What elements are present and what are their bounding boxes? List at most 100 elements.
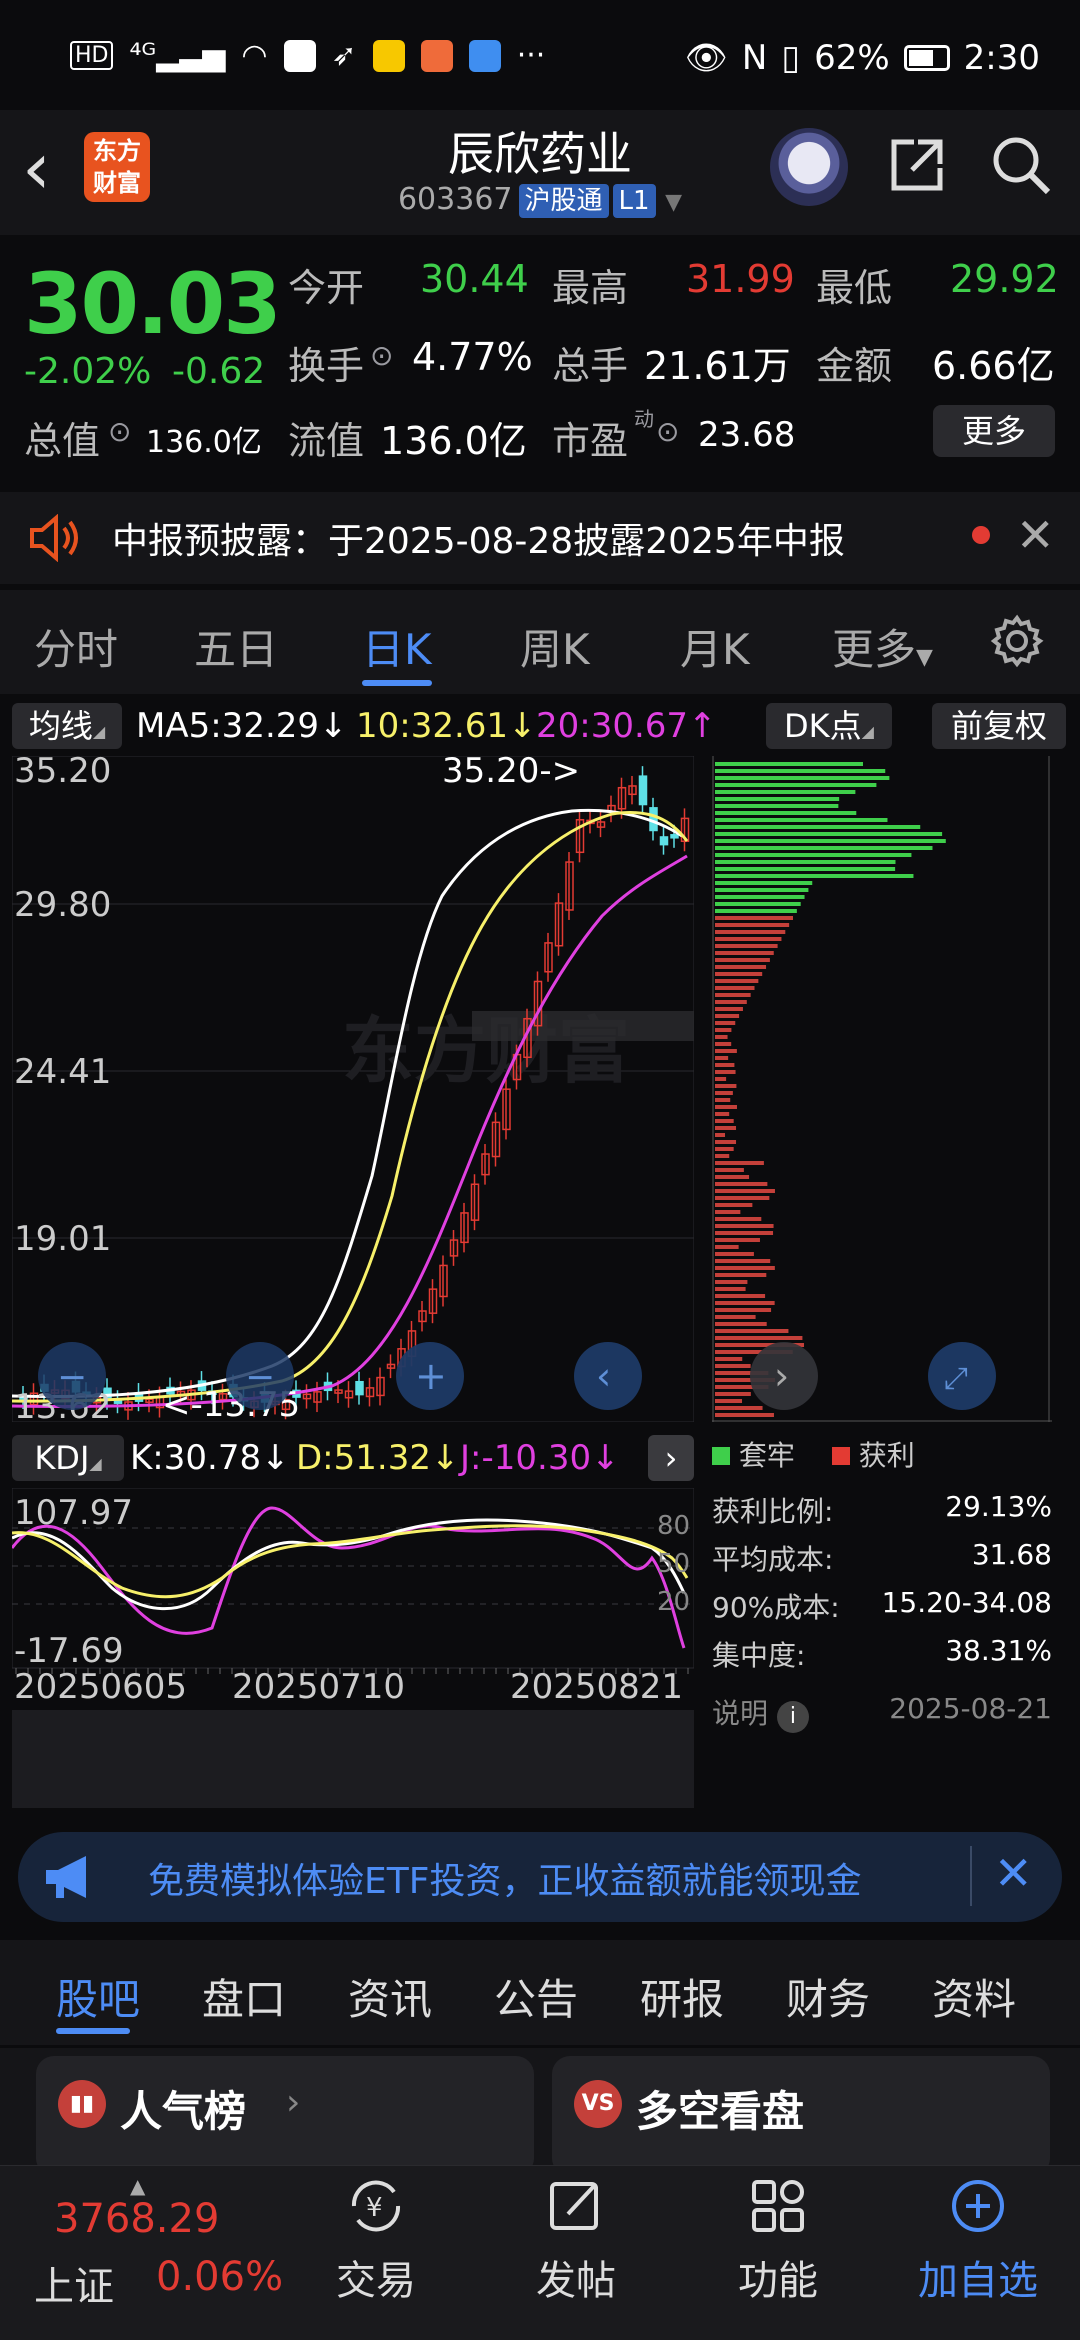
turnover-label: 换手 — [288, 344, 365, 388]
chip-bar — [715, 1217, 762, 1221]
chip-bar — [715, 874, 914, 878]
popularity-rank-card[interactable]: ▮▮ 人气榜 › — [36, 2056, 534, 2176]
tab-profile[interactable]: 资料 — [932, 1966, 1016, 2027]
tab-finance[interactable]: 财务 — [786, 1966, 870, 2027]
tab-guba[interactable]: 股吧 — [56, 1966, 140, 2027]
tab-daily-k[interactable]: 日K — [362, 616, 432, 677]
chip-bar — [715, 1000, 747, 1004]
close-icon[interactable]: ✕ — [1016, 508, 1055, 562]
ad-banner[interactable]: 免费模拟体验ETF投资，正收益额就能领现金 ✕ — [18, 1832, 1062, 1922]
info-icon[interactable]: i — [776, 1701, 809, 1733]
chip-bar — [715, 1308, 772, 1312]
tab-research[interactable]: 研报 — [640, 1966, 724, 2027]
notice-bar[interactable]: 中报预披露：于2025-08-28披露2025年中报 ✕ — [0, 492, 1080, 584]
low-value: 29.92 — [950, 257, 1059, 301]
tab-pankou[interactable]: 盘口 — [202, 1966, 286, 2027]
nav-functions[interactable]: 功能 — [698, 2176, 858, 2306]
chip-bar — [715, 1168, 744, 1172]
tab-news[interactable]: 资讯 — [348, 1966, 432, 2027]
open-label: 今开 — [288, 266, 365, 310]
nav-post[interactable]: 发帖 — [496, 2176, 656, 2306]
candlestick-chart[interactable]: 东方财富 35.20 29.80 24.41 19.01 13.62 35.20… — [12, 756, 694, 1422]
chip-bar — [715, 853, 912, 857]
adjust-selector[interactable]: 前复权 — [932, 703, 1066, 749]
chip-bar — [715, 1014, 740, 1018]
info-icon[interactable]: ⊙ — [656, 415, 679, 448]
grid-icon — [752, 2180, 804, 2232]
stat-90-cost: 90%成本: 15.20-34.08 — [712, 1586, 1052, 1624]
quote-panel: 30.03 -2.02% -0.62 今开 30.44 最高 31.99 最低 … — [0, 235, 1080, 485]
tab-five-day[interactable]: 五日 — [194, 616, 278, 677]
chip-bar — [715, 1413, 774, 1417]
chip-bar — [715, 895, 805, 899]
high-value: 31.99 — [686, 257, 795, 301]
tab-announcement[interactable]: 公告 — [494, 1966, 578, 2027]
chip-bar — [715, 909, 797, 913]
chip-explain-row[interactable]: 说明 i 2025-08-21 — [712, 1692, 1052, 1740]
collapse-arrow-icon[interactable]: ▲ — [130, 2174, 145, 2198]
chip-bar — [715, 762, 863, 766]
chip-bar — [715, 867, 896, 871]
chip-bar — [715, 1105, 737, 1109]
tab-intraday[interactable]: 分时 — [34, 616, 118, 677]
chip-bar — [715, 1336, 803, 1340]
amount-value: 6.66亿 — [932, 344, 1055, 388]
assistant-robot-icon[interactable] — [770, 128, 848, 206]
settings-gear-icon[interactable] — [990, 614, 1044, 668]
more-quote-button[interactable]: 更多 — [933, 405, 1055, 457]
chip-bar — [715, 776, 890, 780]
volume-value: 21.61万 — [644, 344, 791, 388]
chip-bar — [715, 1252, 754, 1256]
nav-trade[interactable]: ¥ 交易 — [296, 2176, 456, 2306]
tab-more[interactable]: 更多▼ — [832, 616, 933, 677]
chip-bar — [715, 916, 793, 920]
dk-point-selector[interactable]: DK点◢ — [766, 703, 892, 749]
chip-distribution-chart[interactable]: › ⤢ — [712, 756, 1052, 1422]
info-icon[interactable]: ⊙ — [108, 415, 131, 448]
ma-selector[interactable]: 均线◢ — [12, 703, 122, 749]
nav-add-watchlist[interactable]: 加自选 — [898, 2176, 1058, 2306]
date-label-1: 20250605 — [14, 1667, 187, 1707]
chip-bar — [715, 1126, 737, 1130]
chip-bar — [715, 769, 886, 773]
close-ad-icon[interactable]: ✕ — [994, 1846, 1033, 1900]
chip-bar — [715, 1049, 737, 1053]
search-icon[interactable] — [988, 132, 1054, 198]
ma-label: 均线 — [28, 707, 93, 745]
chip-bar — [715, 1280, 748, 1284]
high-label: 最高 — [552, 266, 629, 310]
kdj-selector[interactable]: KDJ◢ — [12, 1435, 124, 1481]
chip-bar — [715, 1287, 746, 1291]
kdj-tick-50: 50 — [657, 1549, 690, 1579]
chip-bar — [715, 951, 774, 955]
meituan-icon — [372, 39, 405, 72]
next-indicator-button[interactable]: › — [648, 1435, 694, 1481]
chip-bar — [715, 1063, 735, 1067]
info-icon[interactable]: ⊙ — [370, 339, 393, 372]
index-value[interactable]: 3768.29 — [54, 2196, 219, 2242]
chip-bar — [715, 888, 809, 892]
tab-weekly-k[interactable]: 周K — [520, 616, 590, 677]
battery-icon — [903, 45, 950, 71]
float-label: 流值 — [288, 419, 365, 463]
chip-bar — [715, 1091, 733, 1095]
chip-bar — [715, 1077, 727, 1081]
share-icon[interactable] — [884, 132, 950, 198]
chip-bar — [715, 1007, 743, 1011]
y-tick-2: 29.80 — [14, 885, 111, 925]
chip-bar — [715, 902, 801, 906]
vs-icon: VS — [574, 2080, 622, 2128]
candle-body — [355, 1380, 364, 1396]
card-title: 多空看盘 — [636, 2087, 805, 2136]
tab-monthly-k[interactable]: 月K — [680, 616, 750, 677]
ma20-value: 20:30.67↑ — [536, 706, 717, 746]
bull-bear-card[interactable]: VS 多空看盘 — [552, 2056, 1050, 2176]
chip-bar — [715, 881, 813, 885]
chip-bar — [715, 923, 790, 927]
candle-body — [638, 775, 648, 806]
chip-bar — [715, 1210, 741, 1214]
volume-label: 总手 — [552, 344, 629, 388]
profit-swatch — [831, 1447, 850, 1465]
ad-text: 免费模拟体验ETF投资，正收益额就能领现金 — [148, 1861, 862, 1902]
unread-dot — [972, 526, 990, 544]
